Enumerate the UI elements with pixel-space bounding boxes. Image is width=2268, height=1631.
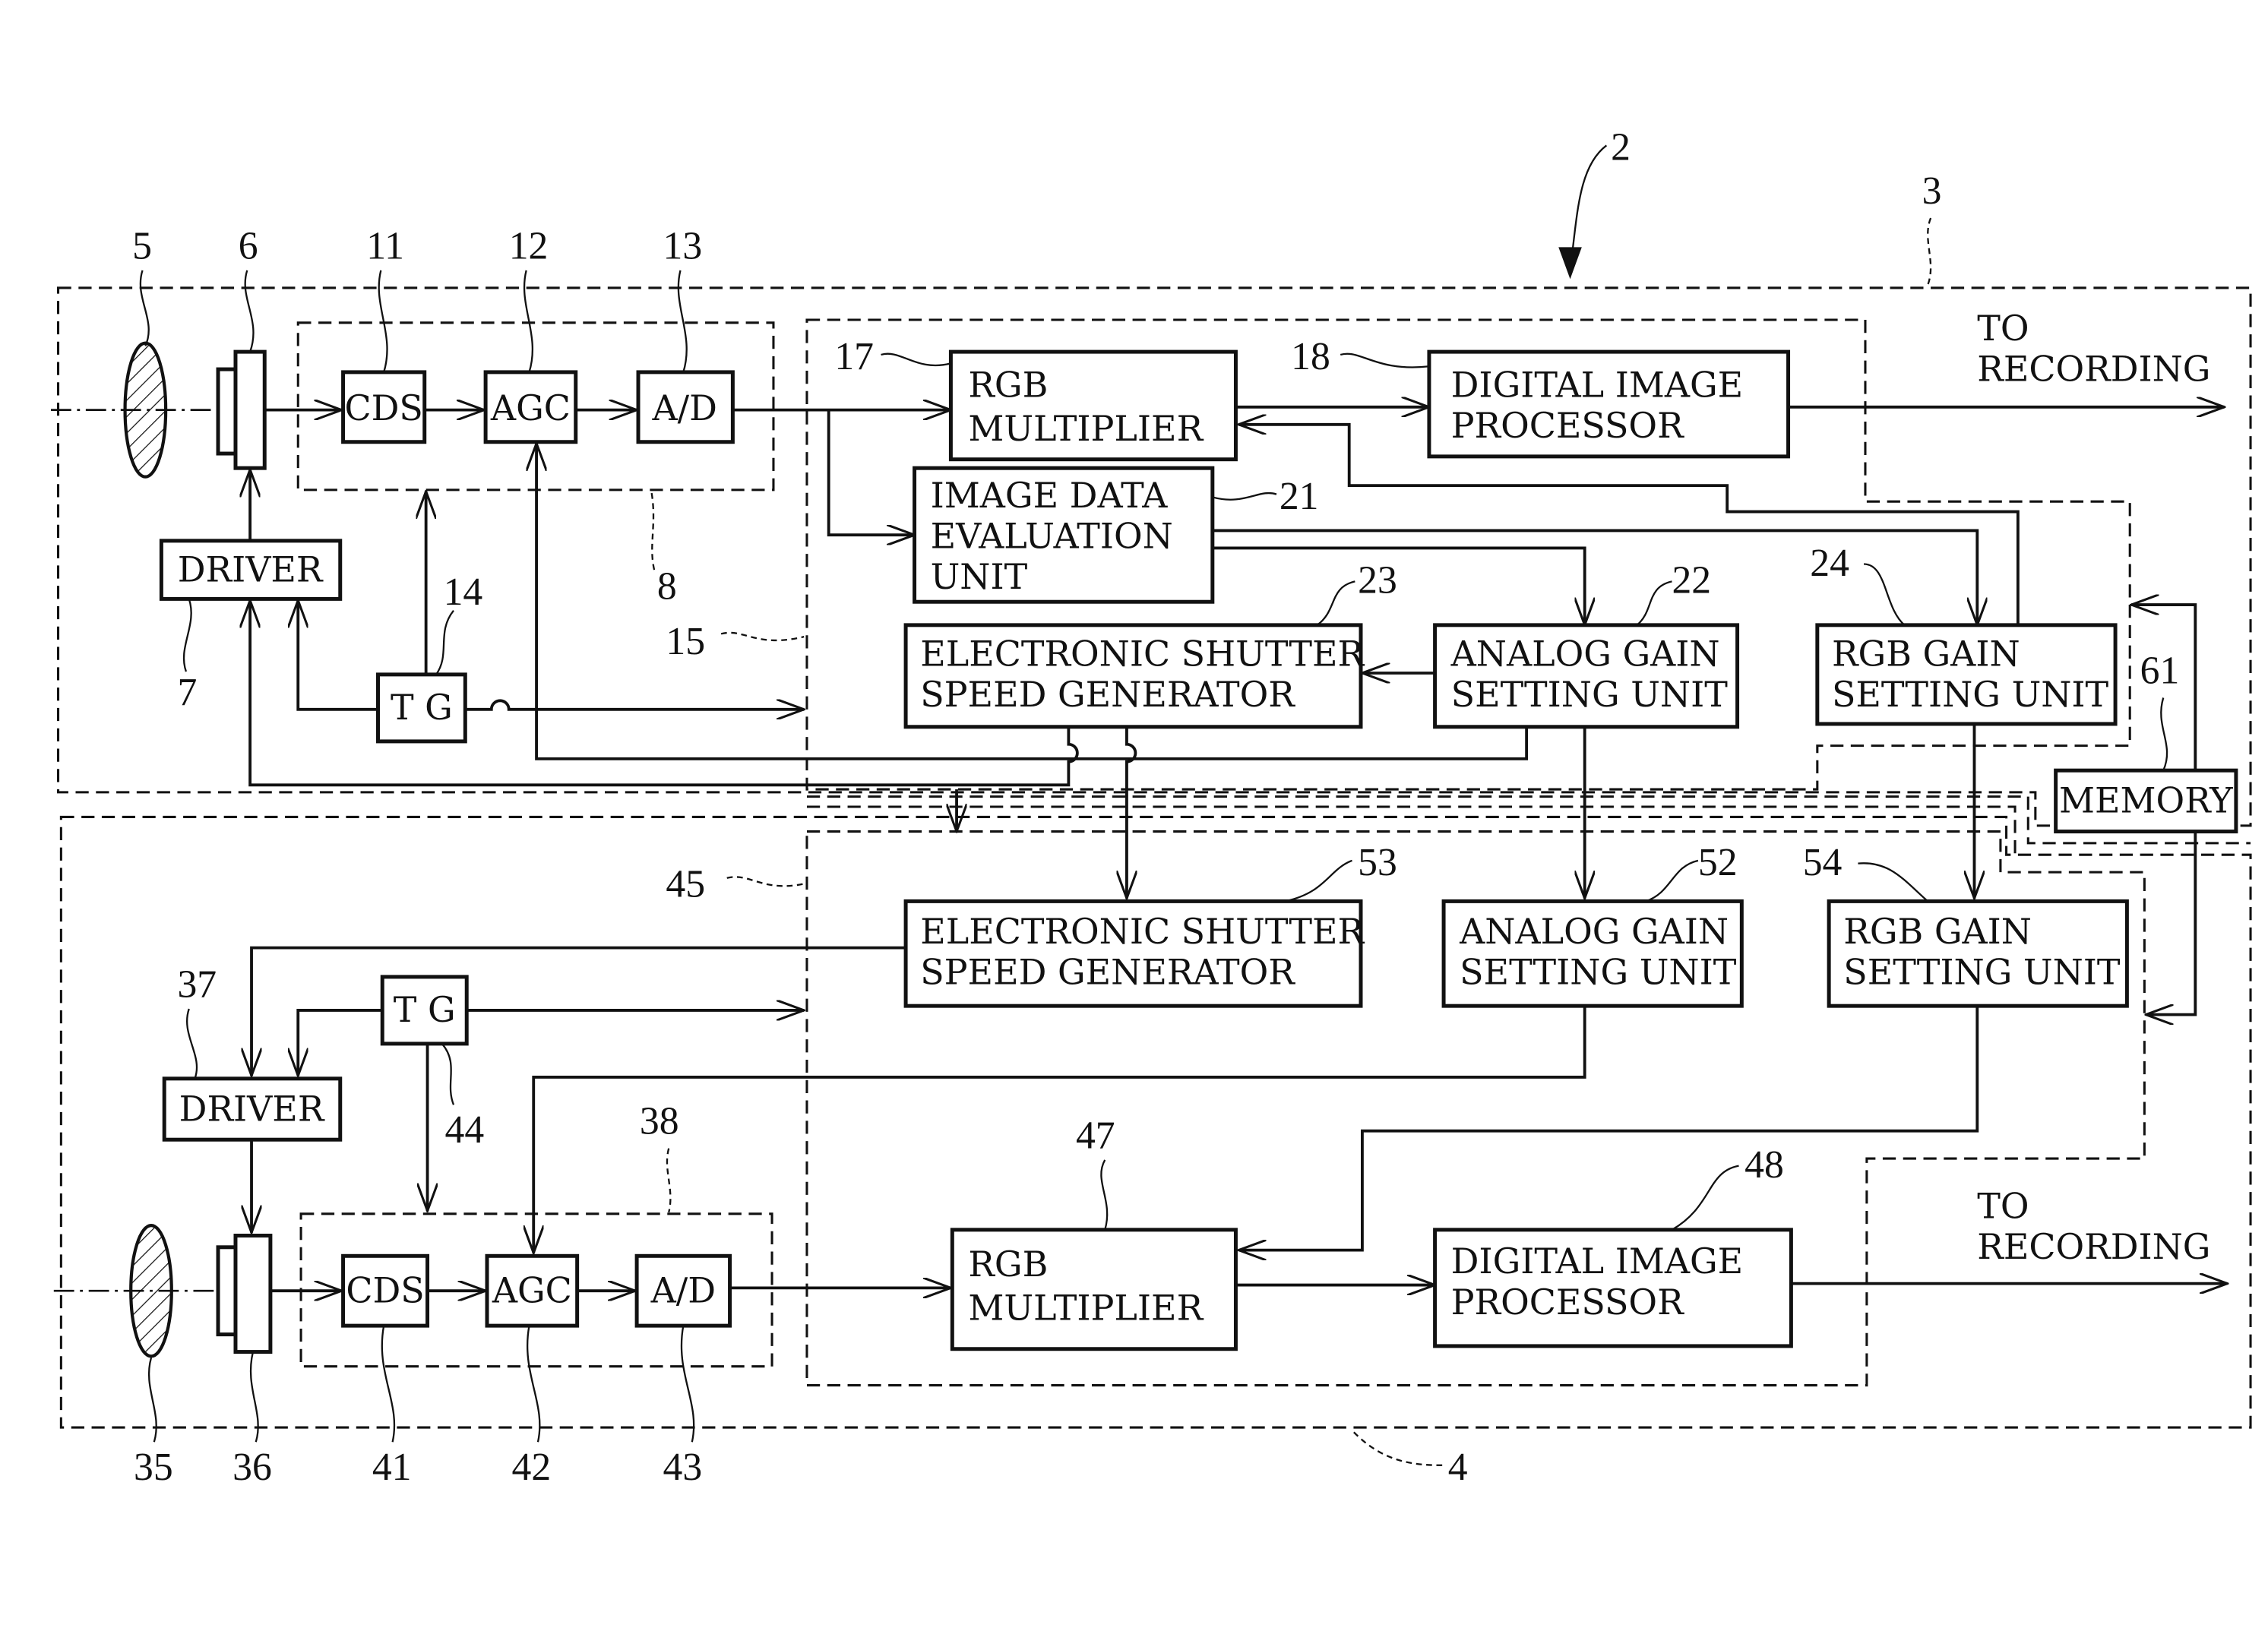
ad-bottom-label: A/D	[650, 1270, 716, 1311]
tg-bottom-label: T G	[394, 989, 456, 1030]
ref-38: 38	[640, 1100, 679, 1143]
block-diagram: CDS AGC A/D RGB MULTIPLIER DIGITAL IMAGE…	[50, 126, 2252, 1489]
rgbgsu-top-l1: RGB GAIN	[1832, 633, 2020, 674]
tg-top-label: T G	[391, 687, 453, 728]
dip-top-l2: PROCESSOR	[1451, 405, 1684, 446]
sensor-bottom-back	[216, 1245, 238, 1337]
to-recording-top-l2: RECORDING	[1977, 348, 2210, 389]
ref-52: 52	[1698, 841, 1738, 884]
ref-24: 24	[1810, 542, 1849, 585]
ref-8: 8	[657, 564, 677, 608]
agc-top-label: AGC	[490, 387, 571, 428]
ref-21: 21	[1280, 475, 1319, 518]
ref-41: 41	[372, 1446, 412, 1489]
rgb-multiplier-bottom-l1: RGB	[968, 1244, 1048, 1285]
ref-14: 14	[444, 571, 483, 614]
ref-36: 36	[232, 1446, 272, 1489]
ref-2: 2	[1611, 126, 1631, 169]
eval-l2: EVALUATION	[931, 515, 1173, 556]
ref-45: 45	[666, 863, 705, 906]
ref-37: 37	[177, 963, 217, 1007]
rgbgsu-bot-l1: RGB GAIN	[1843, 911, 2032, 952]
cds-top-label: CDS	[344, 387, 422, 428]
ref-61: 61	[2140, 649, 2180, 692]
agsu-top-l2: SETTING UNIT	[1451, 674, 1729, 715]
rgbgsu-top-l2: SETTING UNIT	[1832, 674, 2109, 715]
lens-bottom	[129, 1223, 173, 1358]
ref-5: 5	[132, 225, 152, 268]
ref-42: 42	[512, 1446, 552, 1489]
frame-separator-lines	[806, 795, 2251, 858]
ref-53: 53	[1358, 841, 1397, 884]
ref-43: 43	[663, 1446, 703, 1489]
ref-47: 47	[1076, 1114, 1115, 1158]
ref-54: 54	[1803, 841, 1843, 884]
sensor-top-back	[216, 367, 238, 456]
sensor-top	[233, 349, 267, 470]
ref-11: 11	[366, 225, 404, 268]
ref-15: 15	[666, 620, 705, 663]
to-recording-top-l1: TO	[1977, 308, 2029, 349]
ref-23: 23	[1358, 559, 1397, 602]
cds-bottom-label: CDS	[346, 1270, 424, 1311]
ref-12: 12	[509, 225, 549, 268]
ref-18: 18	[1291, 335, 1330, 378]
ref-6: 6	[239, 225, 258, 268]
agsu-bot-l2: SETTING UNIT	[1460, 951, 1737, 992]
ad-top-label: A/D	[652, 387, 717, 428]
essg-top-l2: SPEED GENERATOR	[920, 674, 1295, 715]
sensor-bottom	[233, 1234, 273, 1354]
to-recording-bottom-l2: RECORDING	[1977, 1226, 2210, 1267]
agsu-bot-l1: ANALOG GAIN	[1459, 911, 1729, 952]
essg-bot-l1: ELECTRONIC SHUTTER	[920, 911, 1365, 952]
driver-top-label: DRIVER	[178, 548, 324, 589]
ref-4: 4	[1448, 1446, 1468, 1489]
dip-bot-l1: DIGITAL IMAGE	[1451, 1241, 1744, 1282]
essg-bot-l2: SPEED GENERATOR	[920, 951, 1295, 992]
lens-top	[123, 341, 168, 479]
eval-l3: UNIT	[931, 556, 1028, 597]
agc-bottom-label: AGC	[492, 1270, 572, 1311]
driver-bottom-label: DRIVER	[179, 1088, 325, 1129]
dip-bot-l2: PROCESSOR	[1451, 1282, 1684, 1323]
dip-top-l1: DIGITAL IMAGE	[1451, 364, 1744, 405]
ref-44: 44	[445, 1108, 485, 1152]
ref-17: 17	[834, 335, 874, 378]
eval-l1: IMAGE DATA	[931, 475, 1169, 516]
rgb-multiplier-bottom-l2: MULTIPLIER	[968, 1287, 1204, 1328]
agsu-top-l1: ANALOG GAIN	[1450, 633, 1720, 674]
essg-top-l1: ELECTRONIC SHUTTER	[920, 633, 1365, 674]
ref-7: 7	[177, 671, 197, 714]
ref-22: 22	[1672, 559, 1711, 602]
rgb-multiplier-top-l2: MULTIPLIER	[968, 408, 1204, 449]
rgb-multiplier-top-l1: RGB	[968, 364, 1048, 405]
ref-13: 13	[663, 225, 703, 268]
memory-label: MEMORY	[2059, 780, 2233, 821]
ref-48: 48	[1744, 1143, 1784, 1187]
ref-3: 3	[1922, 169, 1942, 213]
to-recording-bottom-l1: TO	[1977, 1186, 2029, 1227]
ref-35: 35	[134, 1446, 173, 1489]
rgbgsu-bot-l2: SETTING UNIT	[1843, 951, 2121, 992]
